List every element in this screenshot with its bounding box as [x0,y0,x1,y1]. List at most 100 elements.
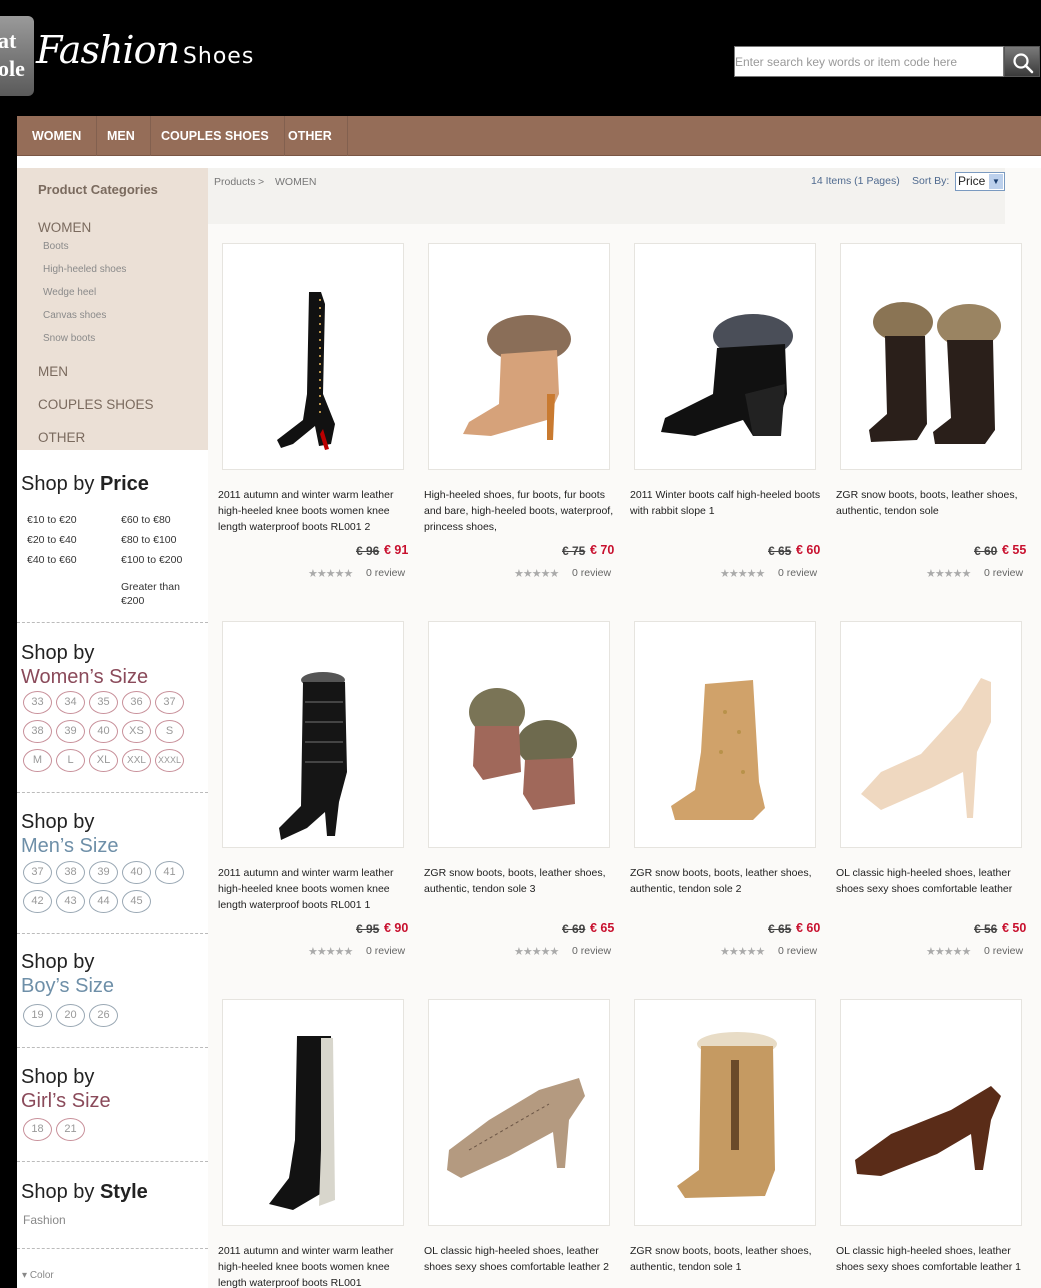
product-title[interactable]: ZGR snow boots, boots, leather shoes, au… [630,1243,828,1275]
review-count[interactable]: 0 review [366,945,405,957]
heading-prefix: Shop by [21,473,95,495]
size-pill[interactable]: 44 [89,890,118,913]
price-80-100[interactable]: €80 to €100 [121,534,176,546]
product-title[interactable]: OL classic high-heeled shoes, leather sh… [836,865,1034,897]
category-canvas-shoes[interactable]: Canvas shoes [43,310,106,321]
category-couples-shoes[interactable]: COUPLES SHOES [38,397,154,412]
product-image[interactable] [222,999,404,1226]
product-image[interactable] [840,621,1022,848]
product-title[interactable]: ZGR snow boots, boots, leather shoes, au… [836,487,1034,519]
nav-couples-shoes[interactable]: COUPLES SHOES [146,116,285,156]
nav-women[interactable]: WOMEN [17,116,98,156]
review-count[interactable]: 0 review [572,567,611,579]
size-pill[interactable]: 26 [89,1004,118,1027]
category-high-heeled[interactable]: High-heeled shoes [43,264,126,275]
product-image[interactable] [634,999,816,1226]
size-pill[interactable]: 42 [23,890,52,913]
product-title[interactable]: 2011 autumn and winter warm leather high… [218,1243,416,1288]
search-icon [1013,53,1034,74]
product-image[interactable] [428,621,610,848]
category-men[interactable]: MEN [38,364,68,379]
price-20-40[interactable]: €20 to €40 [27,534,77,546]
size-pill[interactable]: 40 [122,861,151,884]
rating-stars-icon: ★★★★★ [720,568,765,580]
category-boots[interactable]: Boots [43,241,69,252]
size-pill[interactable]: 20 [56,1004,85,1027]
size-pill[interactable]: 33 [23,691,52,714]
product-title[interactable]: High-heeled shoes, fur boots, fur boots … [424,487,622,535]
sort-select[interactable]: Price ▼ [955,172,1005,191]
category-wedge-heel[interactable]: Wedge heel [43,287,96,298]
size-pill[interactable]: 36 [122,691,151,714]
size-pill[interactable]: 38 [23,720,52,743]
product-title[interactable]: ZGR snow boots, boots, leather shoes, au… [424,865,622,897]
price-60-80[interactable]: €60 to €80 [121,514,171,526]
search-button[interactable] [1004,46,1040,77]
size-pill[interactable]: 43 [56,890,85,913]
product-image[interactable] [222,243,404,470]
size-pill[interactable]: XL [89,749,118,772]
size-pill[interactable]: XXXL [155,749,184,772]
site-header: at ole Fashion Shoes Enter search key wor… [0,0,1041,116]
product-title[interactable]: 2011 Winter boots calf high-heeled boots… [630,487,828,519]
nav-other[interactable]: OTHER [273,116,348,156]
size-pill[interactable]: 19 [23,1004,52,1027]
size-pill[interactable]: XXL [122,749,151,772]
price-over-200[interactable]: Greater than [121,581,180,593]
product-image[interactable] [428,999,610,1226]
size-pill[interactable]: 39 [89,861,118,884]
review-count[interactable]: 0 review [984,567,1023,579]
product-title[interactable]: OL classic high-heeled shoes, leather sh… [836,1243,1034,1275]
size-pill[interactable]: M [23,749,52,772]
size-pill[interactable]: S [155,720,184,743]
old-price: € 95 [356,922,380,936]
size-pill[interactable]: 40 [89,720,118,743]
size-pill[interactable]: L [56,749,85,772]
site-logo[interactable]: Fashion Shoes [36,28,254,72]
review-count[interactable]: 0 review [778,567,817,579]
logo-badge[interactable]: at ole [0,16,34,96]
category-women[interactable]: WOMEN [38,220,91,235]
product-image[interactable] [428,243,610,470]
review-count[interactable]: 0 review [366,567,405,579]
price-over-200-value[interactable]: €200 [121,595,144,607]
price-100-200[interactable]: €100 to €200 [121,554,182,566]
color-filter-toggle[interactable]: ▾ Color [22,1270,54,1281]
category-other[interactable]: OTHER [38,430,85,445]
size-pill[interactable]: 21 [56,1118,85,1141]
size-pill[interactable]: XS [122,720,151,743]
product-title[interactable]: OL classic high-heeled shoes, leather sh… [424,1243,622,1275]
product-image[interactable] [634,621,816,848]
heading-bold: Price [99,473,149,495]
size-pill[interactable]: 18 [23,1118,52,1141]
sort-label: Sort By: [912,175,950,187]
size-pill[interactable]: 38 [56,861,85,884]
product-title[interactable]: 2011 autumn and winter warm leather high… [218,487,416,535]
search-input[interactable]: Enter search key words or item code here [734,46,1004,77]
style-fashion[interactable]: Fashion [23,1213,66,1227]
price-10-20[interactable]: €10 to €20 [27,514,77,526]
product-image[interactable] [634,243,816,470]
size-pill[interactable]: 41 [155,861,184,884]
review-count[interactable]: 0 review [778,945,817,957]
size-pill[interactable]: 37 [23,861,52,884]
product-image[interactable] [222,621,404,848]
price-40-60[interactable]: €40 to €60 [27,554,77,566]
product-title[interactable]: 2011 autumn and winter warm leather high… [218,865,416,913]
nav-men[interactable]: MEN [92,116,151,156]
rating-stars-icon: ★★★★★ [926,946,971,958]
size-pill[interactable]: 39 [56,720,85,743]
category-snow-boots[interactable]: Snow boots [43,333,95,344]
chevron-down-icon: ▼ [989,174,1003,189]
review-count[interactable]: 0 review [572,945,611,957]
size-pill[interactable]: 37 [155,691,184,714]
size-pill[interactable]: 35 [89,691,118,714]
product-title[interactable]: ZGR snow boots, boots, leather shoes, au… [630,865,828,897]
review-count[interactable]: 0 review [984,945,1023,957]
product-image[interactable] [840,999,1022,1226]
breadcrumb-products[interactable]: Products [214,176,255,188]
size-pill[interactable]: 45 [122,890,151,913]
size-pill[interactable]: 34 [56,691,85,714]
sale-price: € 90 [384,921,409,935]
product-image[interactable] [840,243,1022,470]
